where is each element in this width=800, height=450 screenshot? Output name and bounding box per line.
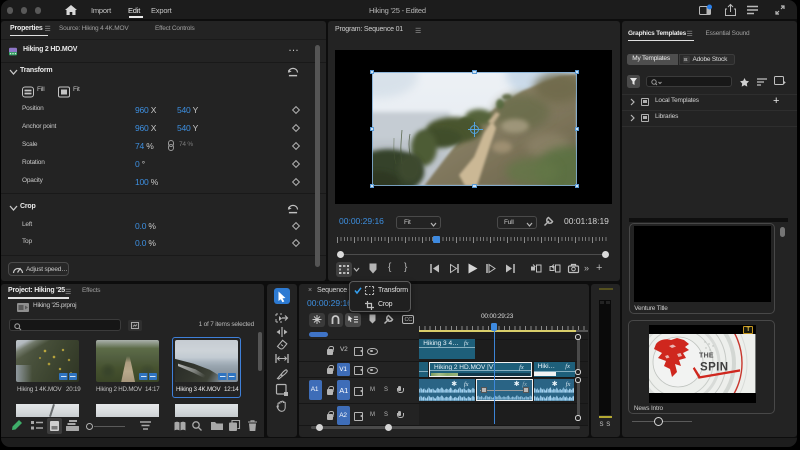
svg-text:SPIN: SPIN	[700, 362, 728, 374]
svg-text:THE: THE	[699, 353, 714, 360]
